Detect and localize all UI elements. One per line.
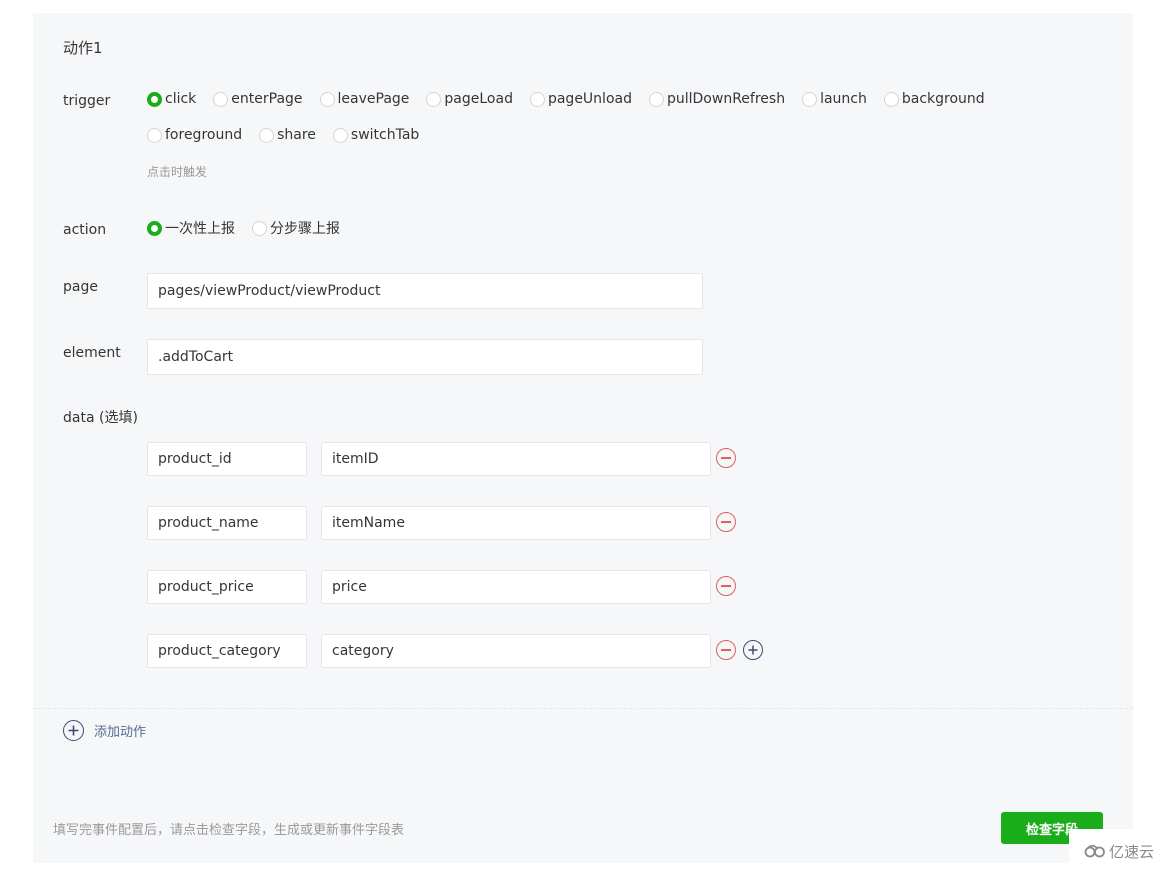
watermark-text: 亿速云: [1108, 842, 1154, 861]
radio-unchecked-icon: [213, 91, 229, 107]
radio-label: launch: [820, 91, 867, 107]
radio-label: 一次性上报: [165, 221, 235, 237]
plus-circle-icon: [63, 720, 84, 741]
radio-unchecked-icon: [883, 91, 899, 107]
radio-unchecked-icon: [252, 220, 267, 236]
radio-unchecked-icon: [648, 91, 664, 107]
radio-unchecked-icon: [259, 127, 275, 143]
radio-label: pullDownRefresh: [666, 91, 786, 107]
page-label: page: [63, 279, 98, 295]
watermark: 亿速云: [1069, 829, 1169, 873]
trigger-hint: 点击时触发: [147, 165, 208, 179]
report-mode-radio-group: 一次性上报 分步骤上报: [147, 218, 357, 238]
data-key-input[interactable]: product_category: [147, 634, 307, 668]
radio-label: click: [165, 91, 197, 107]
radio-checked-icon: [147, 91, 162, 107]
data-value-input[interactable]: price: [321, 570, 711, 604]
radio-label: switchTab: [350, 127, 420, 143]
radio-unchecked-icon: [426, 91, 442, 107]
trigger-radio-foreground[interactable]: foreground: [147, 127, 242, 143]
radio-label: enterPage: [231, 91, 303, 107]
radio-unchecked-icon: [319, 91, 335, 107]
trigger-radio-share[interactable]: share: [259, 127, 316, 143]
cloud-logo-icon: [1084, 844, 1105, 858]
section-divider: [33, 708, 1133, 709]
radio-label: foreground: [165, 127, 243, 143]
trigger-radio-click[interactable]: click: [147, 91, 196, 107]
report-mode-radio-1[interactable]: 一次性上报: [147, 218, 235, 238]
radio-label: leavePage: [337, 91, 410, 107]
radio-checked-icon: [147, 220, 162, 236]
trigger-radio-launch[interactable]: launch: [802, 91, 867, 107]
trigger-options-row-2: foreground share switchTab: [147, 125, 1002, 145]
trigger-radio-pageload[interactable]: pageLoad: [426, 91, 513, 107]
action-config-panel: 动作1 trigger click enterPage leavePage pageL…: [33, 13, 1133, 863]
trigger-radio-switchtab[interactable]: switchTab: [332, 127, 420, 143]
remove-field-icon[interactable]: [716, 512, 736, 532]
radio-unchecked-icon: [332, 127, 348, 143]
footer-hint: 填写完事件配置后，请点击检查字段，生成或更新事件字段表: [53, 823, 405, 838]
data-label: data (选填): [63, 410, 138, 426]
radio-label: background: [901, 91, 985, 107]
add-field-icon[interactable]: [743, 640, 763, 660]
radio-label: pageUnload: [547, 91, 632, 107]
remove-field-icon[interactable]: [716, 576, 736, 596]
radio-label: share: [277, 127, 316, 143]
trigger-radio-enterpage[interactable]: enterPage: [213, 91, 303, 107]
trigger-options-row-1: click enterPage leavePage pageLoad pageUnloa…: [147, 89, 1002, 109]
trigger-label: trigger: [63, 93, 111, 109]
action-title: 动作1: [63, 39, 103, 57]
report-mode-radio-2[interactable]: 分步骤上报: [252, 218, 340, 238]
radio-label: 分步骤上报: [270, 221, 340, 237]
trigger-radio-leavepage[interactable]: leavePage: [319, 91, 410, 107]
action-label: action: [63, 222, 107, 238]
radio-unchecked-icon: [147, 127, 162, 143]
data-value-input[interactable]: itemName: [321, 506, 711, 540]
data-value-input[interactable]: itemID: [321, 442, 711, 476]
data-value-input[interactable]: category: [321, 634, 711, 668]
data-key-input[interactable]: product_price: [147, 570, 307, 604]
trigger-radio-pageunload[interactable]: pageUnload: [529, 91, 632, 107]
add-action-button[interactable]: 添加动作: [63, 720, 146, 741]
report-mode-options: 一次性上报 分步骤上报: [147, 218, 357, 238]
remove-field-icon[interactable]: [716, 640, 736, 660]
trigger-radio-pulldownrefresh[interactable]: pullDownRefresh: [648, 91, 786, 107]
trigger-radio-background[interactable]: background: [883, 91, 985, 107]
element-input[interactable]: .addToCart: [147, 339, 703, 375]
data-key-input[interactable]: product_name: [147, 506, 307, 540]
remove-field-icon[interactable]: [716, 448, 736, 468]
element-label: element: [63, 345, 121, 361]
add-action-label: 添加动作: [94, 725, 147, 740]
page-input[interactable]: pages/viewProduct/viewProduct: [147, 273, 703, 309]
trigger-radio-group: click enterPage leavePage pageLoad pageUnloa…: [147, 89, 1002, 145]
radio-unchecked-icon: [529, 91, 545, 107]
data-key-input[interactable]: product_id: [147, 442, 307, 476]
radio-label: pageLoad: [444, 91, 513, 107]
radio-unchecked-icon: [802, 91, 818, 107]
